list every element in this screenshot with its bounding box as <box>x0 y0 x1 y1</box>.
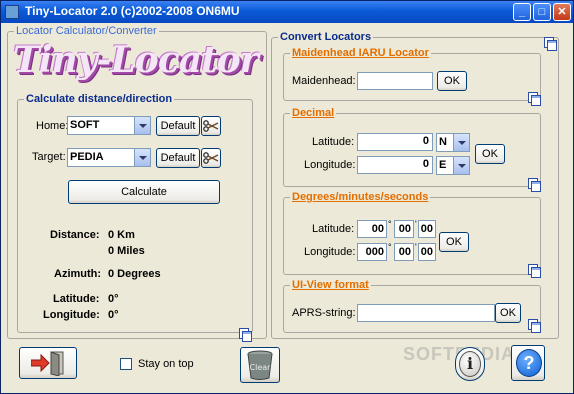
stay-on-top-label: Stay on top <box>138 358 194 370</box>
copy-icon[interactable] <box>544 37 557 51</box>
distance-miles-value: 0 Miles <box>108 245 145 257</box>
decimal-latitude-input[interactable]: 0 <box>357 133 433 151</box>
exit-door-icon <box>31 351 64 376</box>
maximize-button[interactable]: □ <box>533 3 551 21</box>
aprs-string-input[interactable] <box>357 304 495 322</box>
copy-icon[interactable] <box>528 178 541 192</box>
dms-latitude-label: Latitude: <box>312 223 355 235</box>
distance-label: Distance: <box>50 229 100 241</box>
info-button[interactable]: i <box>455 347 485 381</box>
stay-on-top-checkbox[interactable] <box>120 358 132 370</box>
help-icon: ? <box>516 349 542 377</box>
degree-symbol: ° <box>388 219 392 229</box>
home-label: Home: <box>36 120 69 132</box>
maidenhead-ok-button[interactable]: OK <box>437 71 467 91</box>
copy-icon[interactable] <box>239 328 252 342</box>
azimuth-label: Azimuth: <box>54 268 102 280</box>
dms-latitude-degrees[interactable]: 00 <box>357 220 387 238</box>
distance-km-value: 0 Km <box>108 229 135 241</box>
copy-icon[interactable] <box>528 264 541 278</box>
decimal-longitude-input[interactable]: 0 <box>357 156 433 174</box>
clear-button[interactable]: Clear <box>240 347 280 383</box>
minute-symbol: ' <box>415 219 417 229</box>
maidenhead-title: Maidenhead IARU Locator <box>292 47 429 59</box>
locator-calculator-title: Locator Calculator/Converter <box>16 25 157 37</box>
degree-symbol: ° <box>388 242 392 252</box>
dms-title: Degrees/minutes/seconds <box>292 191 429 203</box>
decimal-ok-button[interactable]: OK <box>475 144 505 164</box>
main-window: Tiny-Locator 2.0 (c)2002-2008 ON6MU _ □ … <box>0 0 574 394</box>
dms-longitude-label: Longitude: <box>304 246 356 258</box>
dropdown-arrow-icon[interactable] <box>134 117 150 134</box>
dms-latitude-minutes[interactable]: 00 <box>394 220 414 238</box>
dms-longitude-minutes[interactable]: 00 <box>394 243 414 261</box>
maidenhead-input[interactable] <box>357 72 433 90</box>
clear-text: Clear <box>250 363 272 372</box>
decimal-longitude-direction-value: E <box>439 159 447 171</box>
dropdown-arrow-icon[interactable] <box>453 157 469 174</box>
dropdown-arrow-icon[interactable] <box>134 149 150 166</box>
decimal-latitude-direction-value: N <box>439 136 447 148</box>
app-icon <box>5 5 19 19</box>
home-locator-combo[interactable]: SOFT <box>67 116 151 135</box>
close-button[interactable]: ✕ <box>553 3 571 21</box>
decimal-title: Decimal <box>292 107 335 119</box>
scissors-icon <box>203 120 219 132</box>
dms-ok-button[interactable]: OK <box>439 232 469 252</box>
window-title: Tiny-Locator 2.0 (c)2002-2008 ON6MU <box>25 4 240 18</box>
decimal-longitude-label: Longitude: <box>304 159 356 171</box>
title-bar[interactable]: Tiny-Locator 2.0 (c)2002-2008 ON6MU _ □ … <box>1 1 573 23</box>
home-scissors-button[interactable] <box>201 116 221 136</box>
target-scissors-button[interactable] <box>201 148 221 168</box>
decimal-latitude-direction[interactable]: N <box>436 133 470 152</box>
target-default-button[interactable]: Default <box>156 148 200 168</box>
dms-longitude-seconds[interactable]: 00 <box>418 243 436 261</box>
home-default-button[interactable]: Default <box>156 116 200 136</box>
calculate-button[interactable]: Calculate <box>68 180 220 204</box>
copy-icon[interactable] <box>528 319 541 333</box>
copy-icon[interactable] <box>528 92 541 106</box>
minimize-button[interactable]: _ <box>513 3 531 21</box>
recycle-bin-icon: Clear <box>247 350 273 380</box>
uiview-title: UI-View format <box>292 279 369 291</box>
decimal-longitude-direction[interactable]: E <box>436 156 470 175</box>
azimuth-value: 0 Degrees <box>108 268 161 280</box>
decimal-latitude-label: Latitude: <box>312 136 355 148</box>
scissors-icon <box>203 152 219 164</box>
calculate-distance-title: Calculate distance/direction <box>26 93 173 105</box>
result-latitude-value: 0° <box>108 293 119 305</box>
result-longitude-value: 0° <box>108 309 119 321</box>
result-latitude-label: Latitude: <box>53 293 100 305</box>
dms-latitude-seconds[interactable]: 00 <box>418 220 436 238</box>
target-locator-value: PEDIA <box>70 151 104 163</box>
aprs-ok-button[interactable]: OK <box>495 303 521 323</box>
help-button[interactable]: ? <box>511 345 545 381</box>
minute-symbol: ' <box>415 242 417 252</box>
exit-button[interactable] <box>19 347 77 379</box>
dms-longitude-degrees[interactable]: 000 <box>357 243 387 261</box>
info-icon: i <box>459 351 481 377</box>
target-label: Target: <box>32 151 66 163</box>
tiny-locator-logo: Tiny-Locator <box>13 39 259 81</box>
dropdown-arrow-icon[interactable] <box>453 134 469 151</box>
convert-locators-title: Convert Locators <box>280 31 372 43</box>
home-locator-value: SOFT <box>70 119 100 131</box>
target-locator-combo[interactable]: PEDIA <box>67 148 151 167</box>
maidenhead-label: Maidenhead: <box>292 75 356 87</box>
aprs-string-label: APRS-string: <box>292 307 356 319</box>
result-longitude-label: Longitude: <box>43 309 100 321</box>
